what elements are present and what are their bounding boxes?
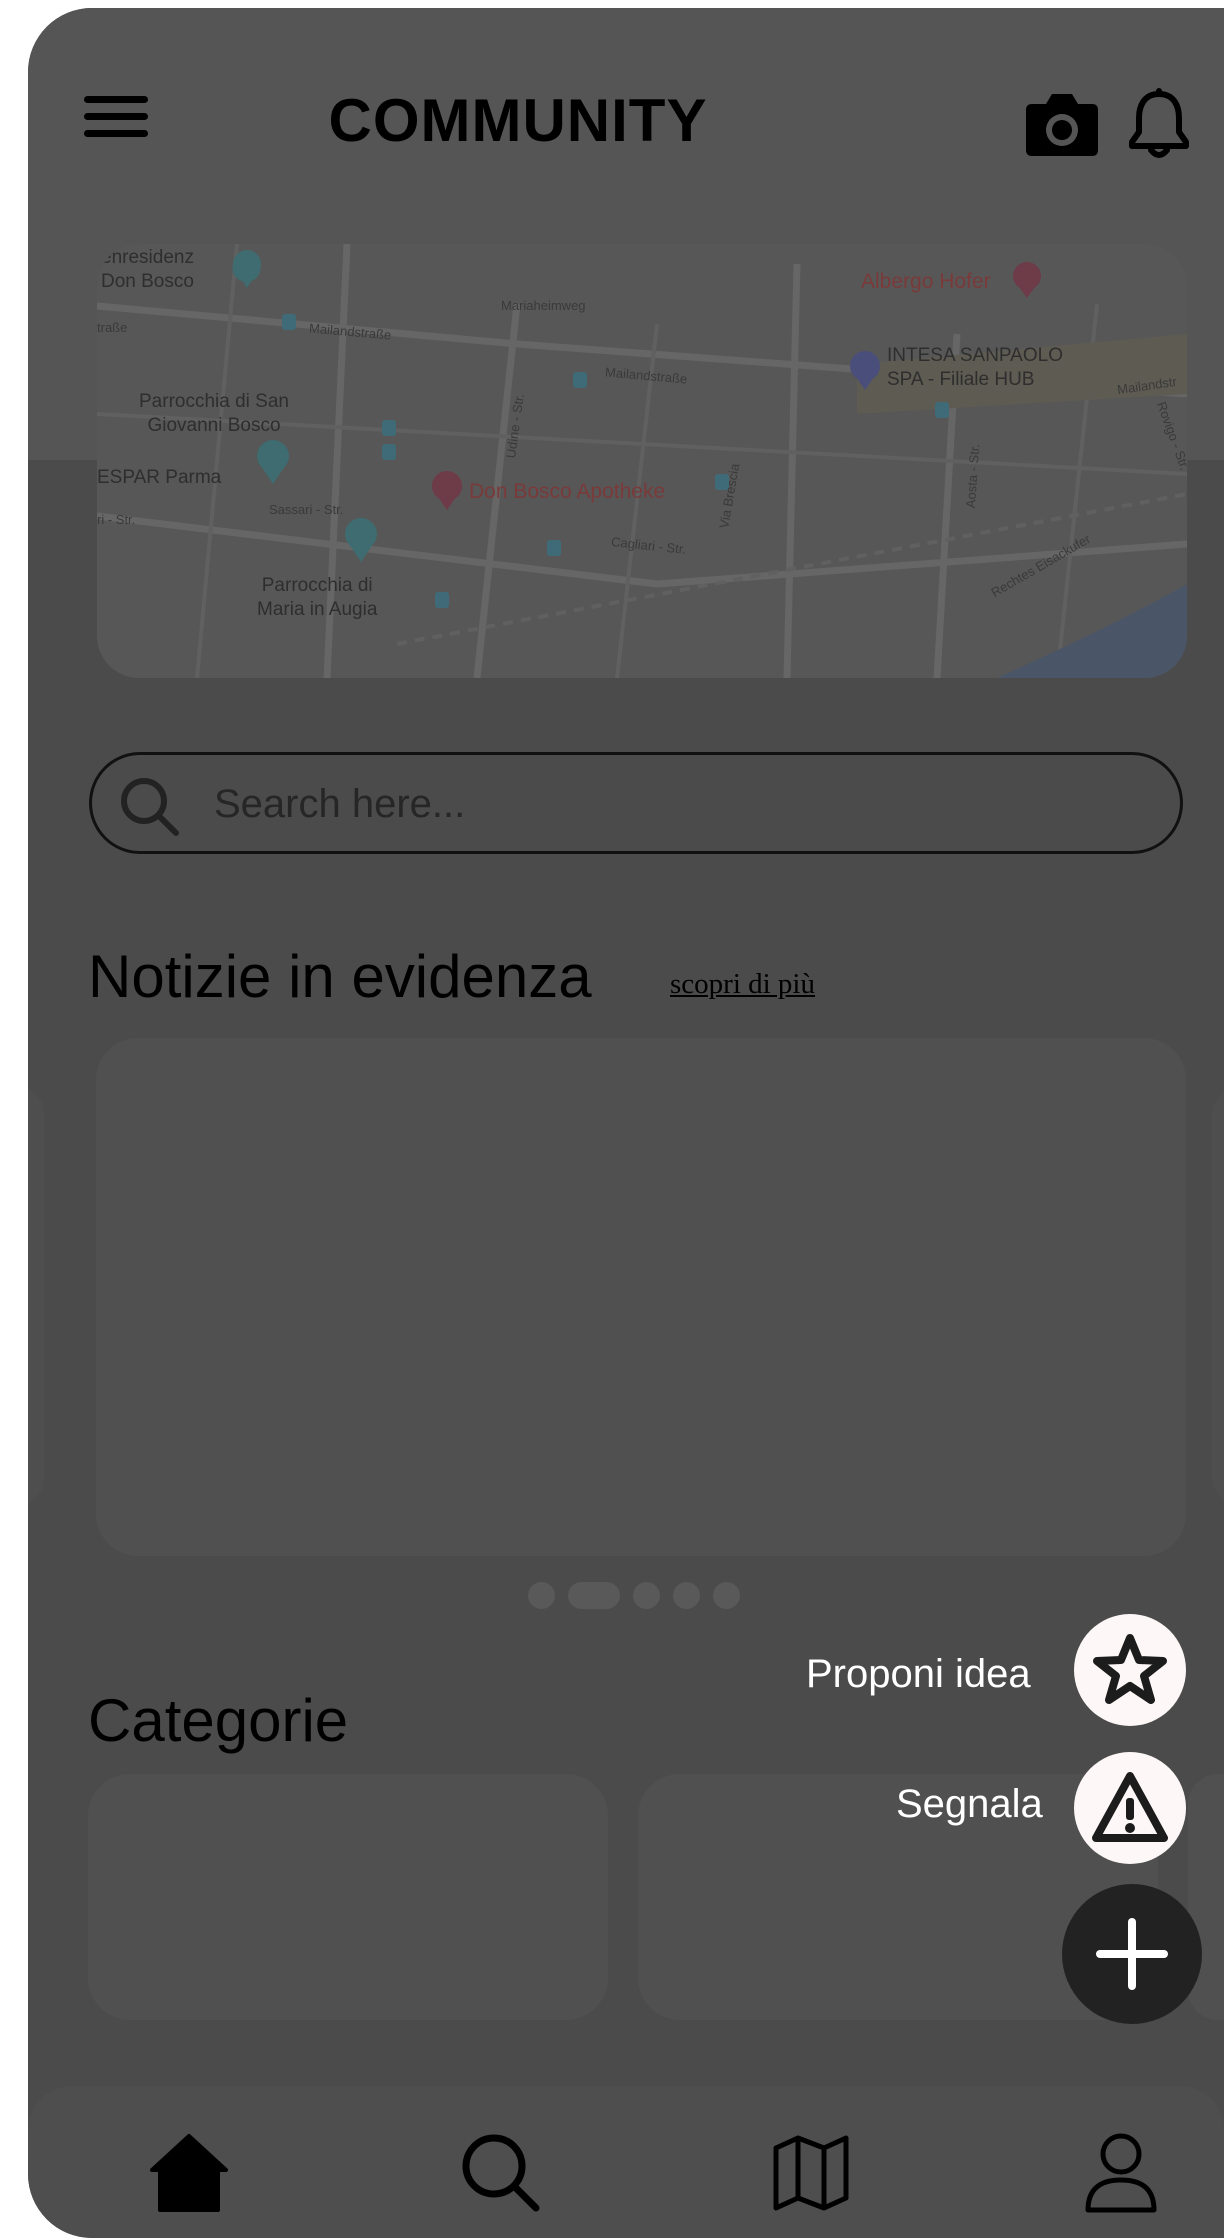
user-icon (1085, 2133, 1157, 2213)
nav-profile[interactable] (1078, 2130, 1164, 2216)
search-icon (462, 2134, 540, 2212)
map-label-pharmacy[interactable]: Don Bosco Apotheke (469, 480, 665, 504)
map-label-church-san-giovanni: Parrocchia di San Giovanni Bosco (139, 391, 289, 436)
nav-search[interactable] (458, 2130, 544, 2216)
map-label-street: Aosta - Str. (962, 443, 983, 509)
map-label-hotel[interactable]: Albergo Hofer (861, 270, 991, 294)
categories-title: Categorie (88, 1687, 349, 1754)
carousel-dot[interactable] (633, 1582, 660, 1609)
star-icon (1093, 1634, 1167, 1704)
report-label[interactable]: Segnala (896, 1782, 1043, 1827)
search-input[interactable] (212, 773, 1116, 835)
home-icon (150, 2134, 228, 2212)
carousel-dot[interactable] (528, 1582, 555, 1609)
camera-icon[interactable] (1024, 88, 1100, 158)
warning-icon (1092, 1772, 1168, 1842)
nav-map[interactable] (768, 2130, 854, 2216)
search-icon (121, 778, 179, 836)
news-card[interactable] (96, 1038, 1186, 1556)
propose-idea-label[interactable]: Proponi idea (806, 1652, 1031, 1697)
carousel-dot[interactable] (673, 1582, 700, 1609)
map-label-street: ri - Str. (97, 512, 136, 527)
map-label-residence: enresidenz Don Bosco (101, 247, 194, 292)
menu-icon[interactable] (84, 96, 148, 146)
nav-home[interactable] (146, 2130, 232, 2216)
map-label-street: Sassari - Str. (269, 502, 344, 517)
news-more-link[interactable]: scopri di più (670, 968, 815, 1001)
page-title: COMMUNITY (328, 87, 708, 154)
plus-icon (1096, 1918, 1168, 1990)
bell-icon[interactable] (1128, 86, 1190, 160)
news-section-title: Notizie in evidenza (88, 943, 592, 1010)
map-preview[interactable]: enresidenz Don Bosco Parrocchia di San Gio… (97, 244, 1187, 678)
map-label-espar: ESPAR Parma (97, 467, 222, 488)
map-label-bank[interactable]: INTESA SANPAOLO SPA - Filiale HUB (887, 344, 1063, 392)
bottom-nav (28, 2086, 1224, 2238)
category-card[interactable] (88, 1774, 608, 2020)
propose-idea-button[interactable] (1074, 1614, 1186, 1726)
map-label-street: traße (97, 320, 128, 335)
carousel-dot[interactable] (713, 1582, 740, 1609)
news-card-previous[interactable] (28, 1086, 44, 1506)
news-card-next[interactable] (1212, 1086, 1224, 1506)
search-bar[interactable] (89, 752, 1183, 854)
carousel-dot-active[interactable] (568, 1582, 620, 1609)
map-label-street: Mariaheimweg (501, 298, 586, 313)
report-button[interactable] (1074, 1752, 1186, 1864)
app-screen: COMMUNITY enresidenz Don Bosco Parrocchi… (28, 8, 1224, 2238)
map-icon (773, 2135, 849, 2211)
fab-button[interactable] (1062, 1884, 1202, 2024)
map-label-church-maria: Parrocchia di Maria in Augia (257, 575, 378, 620)
